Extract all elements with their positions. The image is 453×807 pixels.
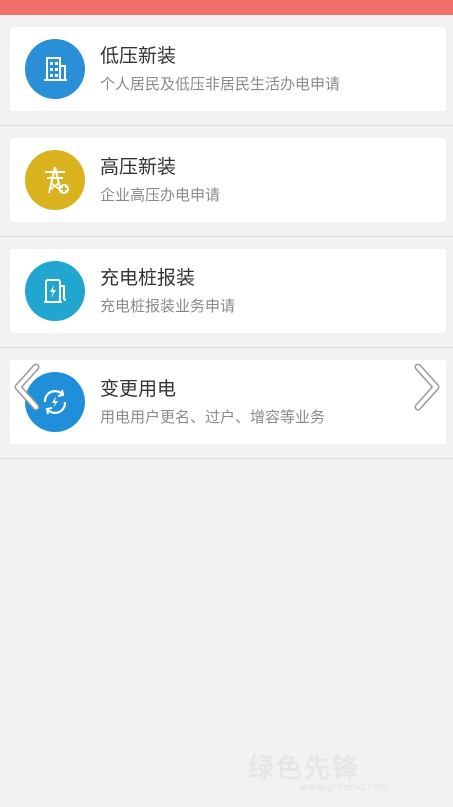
top-status-bar xyxy=(0,0,453,15)
building-icon xyxy=(25,39,85,99)
service-card-low-voltage[interactable]: 低压新装 个人居民及低压非居民生活办电申请 xyxy=(10,27,446,111)
service-title: 高压新装 xyxy=(100,156,177,178)
service-card-high-voltage[interactable]: 高压新装 企业高压办电申请 xyxy=(10,138,446,222)
service-subtitle: 充电桩报装业务申请 xyxy=(100,297,236,315)
service-title: 充电桩报装 xyxy=(100,267,196,289)
service-section: 低压新装 个人居民及低压非居民生活办电申请 xyxy=(0,15,453,126)
service-title: 低压新装 xyxy=(100,45,177,67)
service-subtitle: 用电用户更名、过户、增容等业务 xyxy=(100,408,326,426)
service-section: 变更用电 用电用户更名、过户、增容等业务 xyxy=(0,348,453,459)
chevron-left-icon[interactable] xyxy=(12,363,44,411)
service-section: 高压新装 企业高压办电申请 xyxy=(0,126,453,237)
chevron-right-icon[interactable] xyxy=(410,363,442,411)
watermark-url: www.greenxf.com xyxy=(300,782,389,793)
service-title: 变更用电 xyxy=(100,378,177,400)
charging-pile-icon xyxy=(25,261,85,321)
service-list: 低压新装 个人居民及低压非居民生活办电申请 高压新装 企业高压办电申请 充电桩报… xyxy=(0,15,453,459)
service-subtitle: 个人居民及低压非居民生活办电申请 xyxy=(100,75,341,93)
watermark-logo: 绿色先锋 xyxy=(248,754,361,784)
power-tower-icon xyxy=(25,150,85,210)
service-card-charging-pile[interactable]: 充电桩报装 充电桩报装业务申请 xyxy=(10,249,446,333)
service-subtitle: 企业高压办电申请 xyxy=(100,186,221,204)
service-section: 充电桩报装 充电桩报装业务申请 xyxy=(0,237,453,348)
service-card-change-power[interactable]: 变更用电 用电用户更名、过户、增容等业务 xyxy=(10,360,446,444)
